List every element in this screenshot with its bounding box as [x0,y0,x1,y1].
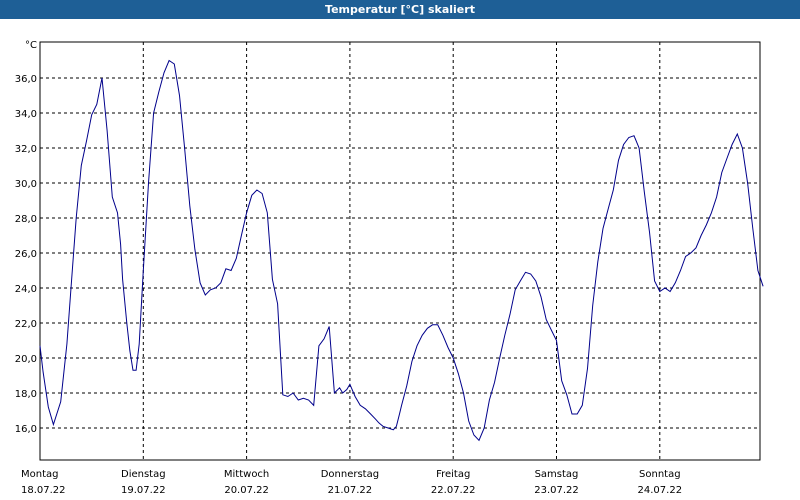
y-tick-label: 26,0 [15,249,37,260]
x-tick-date-label: 21.07.22 [328,485,373,496]
y-tick-label: 22,0 [15,319,37,330]
x-tick-day-label: Mittwoch [224,469,269,480]
x-tick-date-label: 24.07.22 [638,485,683,496]
plot-frame [39,41,761,461]
x-tick-day-label: Dienstag [121,469,166,480]
y-tick-label: 20,0 [15,354,37,365]
x-tick-date-label: 22.07.22 [431,485,476,496]
x-tick-day-label: Sonntag [639,469,681,480]
chart-area: 16,0 18,0 20,0 22,0 24,0 26,0 28,0 30,0 32,0 34,0… [15,40,764,496]
y-tick-label: 36,0 [15,74,37,85]
x-tick-day-label: Montag [21,469,58,480]
x-tick-date-label: 18.07.22 [21,485,66,496]
x-tick-date-label: 20.07.22 [224,485,269,496]
x-tick-day-label: Samstag [535,469,579,480]
y-axis: 16,0 18,0 20,0 22,0 24,0 26,0 28,0 30,0 32,0 34,0… [15,74,37,435]
x-axis: Montag 18.07.22 Dienstag 19.07.22 Mittwoch 20… [21,469,682,496]
y-tick-label: 28,0 [15,214,37,225]
y-tick-label: 30,0 [15,179,37,190]
x-tick-date-label: 23.07.22 [534,485,579,496]
x-tick-day-label: Freitag [436,469,470,480]
y-unit-label: °C [25,40,37,51]
y-tick-label: 24,0 [15,284,37,295]
y-tick-label: 34,0 [15,109,37,120]
y-tick-label: 18,0 [15,389,37,400]
x-tick-day-label: Donnerstag [321,469,379,480]
y-tick-label: 32,0 [15,144,37,155]
x-tick-date-label: 19.07.22 [121,485,166,496]
y-tick-label: 16,0 [15,424,37,435]
